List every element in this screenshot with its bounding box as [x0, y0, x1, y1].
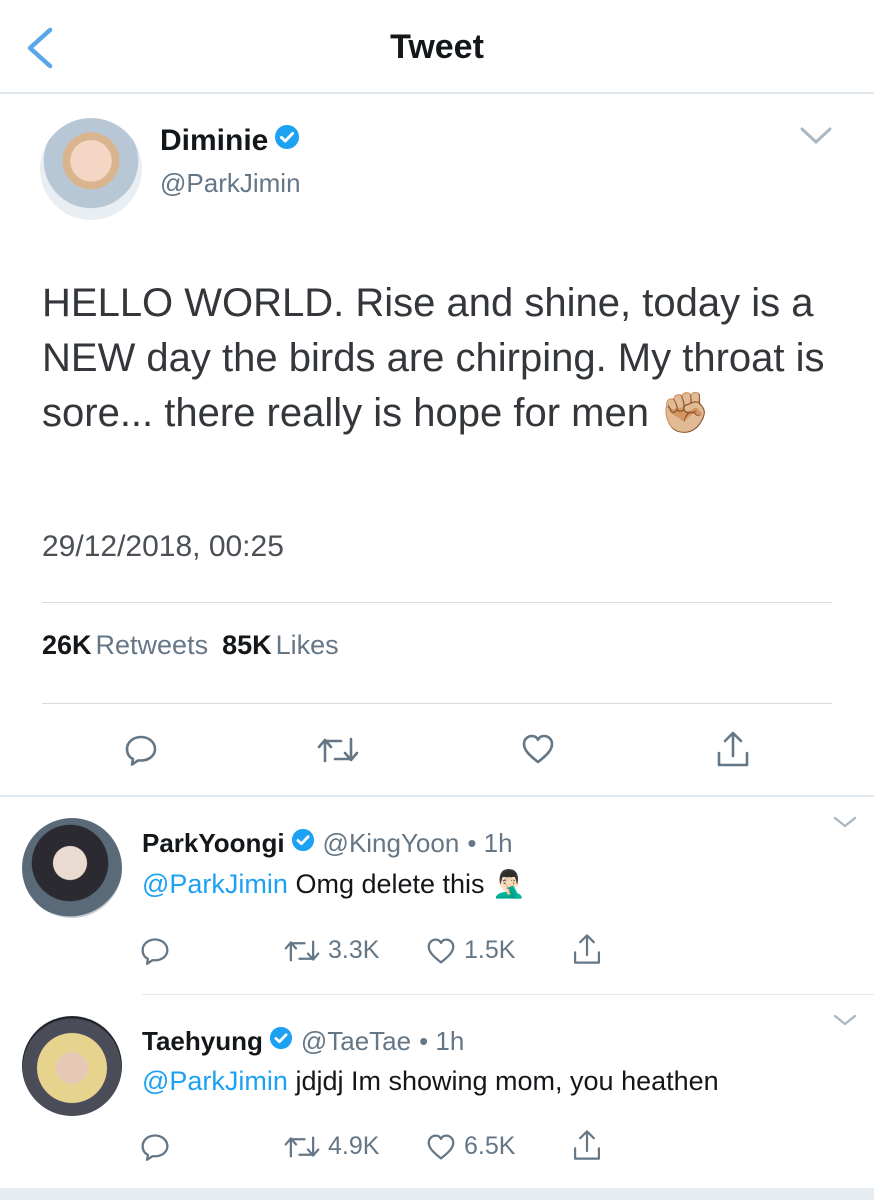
reply-button[interactable]: [140, 1132, 170, 1162]
likes-label: Likes: [275, 630, 339, 660]
reply-name-row: ParkYoongi @KingYoon • 1h: [142, 828, 513, 859]
retweet-button[interactable]: [317, 735, 359, 765]
facepalm-emoji: 🤦🏻‍♂️: [492, 869, 526, 899]
author-handle[interactable]: @ParkJimin: [160, 168, 301, 199]
chevron-down-icon[interactable]: [832, 1012, 858, 1033]
reply-text: @ParkJimin Omg delete this 🤦🏻‍♂️: [142, 868, 526, 900]
reply-author-handle[interactable]: @TaeTae: [301, 1026, 411, 1057]
avatar[interactable]: [40, 118, 142, 220]
reply-button[interactable]: [124, 733, 158, 767]
retweet-icon: [284, 1135, 320, 1158]
reply-author-name[interactable]: Taehyung: [142, 1026, 263, 1057]
divider: [42, 703, 832, 704]
divider: [142, 994, 874, 995]
verified-badge-icon: [269, 1026, 293, 1057]
mention-link[interactable]: @ParkJimin: [142, 869, 288, 899]
page-title: Tweet: [390, 28, 484, 66]
mention-link[interactable]: @ParkJimin: [142, 1066, 288, 1096]
chevron-down-icon[interactable]: [832, 814, 858, 835]
retweet-icon: [284, 939, 320, 962]
share-button[interactable]: [572, 932, 602, 966]
reply-icon: [125, 735, 157, 766]
reply-body: jdjdj Im showing mom, you heathen: [295, 1066, 719, 1096]
share-icon: [573, 1130, 601, 1160]
retweets-label: Retweets: [95, 630, 209, 660]
likes-count: 85K: [222, 630, 272, 660]
retweet-button[interactable]: 3.3K: [284, 936, 379, 965]
retweet-icon: [317, 737, 359, 763]
like-count: 1.5K: [464, 936, 516, 964]
like-button[interactable]: 6.5K: [426, 1132, 515, 1161]
avatar[interactable]: [22, 818, 122, 918]
retweet-count: 3.3K: [328, 936, 380, 964]
reply-text: @ParkJimin jdjdj Im showing mom, you hea…: [142, 1066, 719, 1097]
retweets-count: 26K: [42, 630, 92, 660]
section-divider: [0, 795, 874, 797]
divider: [42, 602, 832, 603]
nav-bar: Tweet: [0, 0, 874, 94]
like-icon: [427, 937, 455, 964]
bottom-divider: [0, 1188, 874, 1200]
like-icon: [427, 1133, 455, 1160]
retweet-count: 4.9K: [328, 1132, 380, 1160]
reply-icon: [141, 938, 169, 965]
tweet-timestamp: 29/12/2018, 00:25: [42, 530, 284, 563]
share-button[interactable]: [572, 1128, 602, 1162]
raised-fist-emoji: ✊🏼: [660, 391, 710, 435]
tweet-text: HELLO WORLD. Rise and shine, today is a …: [42, 276, 842, 441]
reply-time: • 1h: [467, 828, 513, 858]
reply-icon: [141, 1134, 169, 1161]
reply-name-row: Taehyung @TaeTae • 1h: [142, 1026, 464, 1057]
chevron-down-icon[interactable]: [798, 124, 834, 153]
engagement-stats: 26K Retweets 85K Likes: [42, 630, 339, 661]
likes-stat[interactable]: 85K Likes: [222, 630, 339, 661]
reply-time: • 1h: [419, 1026, 465, 1056]
author-name: Diminie: [160, 124, 269, 157]
like-button[interactable]: 1.5K: [426, 936, 515, 965]
author-name-row[interactable]: Diminie: [160, 124, 300, 158]
like-icon: [522, 734, 554, 764]
share-icon: [717, 731, 749, 767]
share-icon: [573, 934, 601, 964]
retweet-button[interactable]: 4.9K: [284, 1132, 379, 1161]
verified-badge-icon: [274, 124, 300, 158]
like-button[interactable]: [521, 733, 555, 765]
avatar[interactable]: [22, 1016, 122, 1116]
reply-button[interactable]: [140, 936, 170, 966]
like-count: 6.5K: [464, 1132, 516, 1160]
reply-author-name[interactable]: ParkYoongi: [142, 828, 285, 859]
reply-author-handle[interactable]: @KingYoon: [323, 828, 460, 859]
verified-badge-icon: [291, 828, 315, 859]
retweets-stat[interactable]: 26K Retweets: [42, 630, 208, 661]
share-button[interactable]: [716, 729, 750, 769]
reply-body: Omg delete this: [295, 869, 485, 899]
